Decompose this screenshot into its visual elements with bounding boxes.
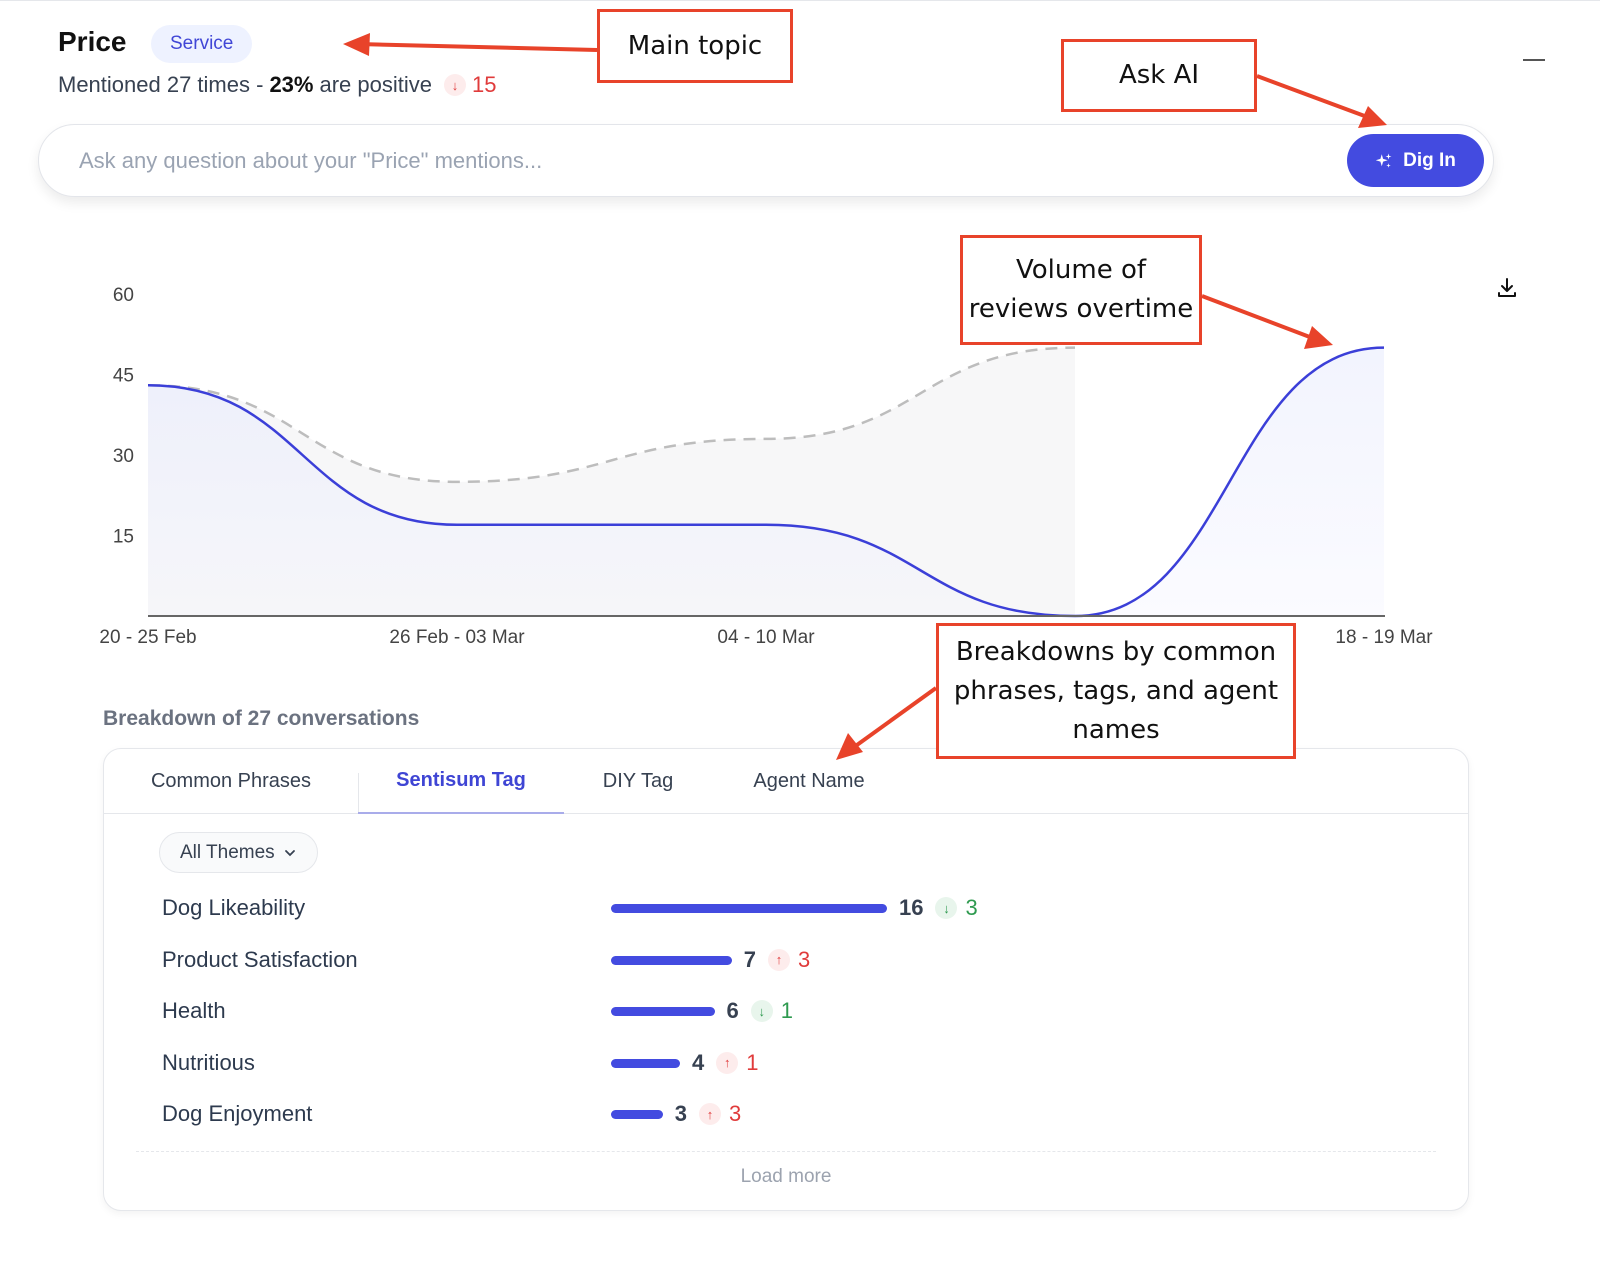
top-divider — [0, 0, 1600, 1]
change-value: 15 — [472, 72, 497, 97]
row-meta: 4 ↑ 1 — [692, 1048, 759, 1078]
row-label: Dog Enjoyment — [162, 1101, 313, 1126]
x-tick-label: 04 - 10 Mar — [717, 627, 815, 648]
positive-suffix: are positive — [319, 72, 432, 97]
tab-common-phrases[interactable]: Common Phrases — [124, 749, 338, 814]
list-divider — [136, 1151, 1436, 1152]
mentions-text: Mentioned 27 times - — [58, 72, 264, 97]
annotation-main-topic: Main topic — [597, 9, 793, 83]
chevron-down-icon — [284, 849, 295, 856]
all-themes-dropdown[interactable]: All Themes — [159, 832, 318, 873]
annotation-breakdowns: Breakdowns by common phrases, tags, and … — [936, 623, 1296, 759]
breakdown-card: Common Phrases Sentisum Tag DIY Tag Agen… — [103, 748, 1469, 1211]
arrowhead-main-topic — [343, 33, 370, 56]
row-count: 16 — [899, 895, 924, 920]
x-tick-label: 20 - 25 Feb — [99, 627, 196, 648]
row-meta: 6 ↓ 1 — [727, 996, 794, 1026]
all-themes-label: All Themes — [180, 841, 275, 863]
tab-agent-name[interactable]: Agent Name — [729, 749, 889, 814]
breakdown-row[interactable]: Nutritious 4 ↑ 1 — [162, 1048, 1362, 1078]
row-count: 4 — [692, 1049, 705, 1075]
arrow-breakdowns — [848, 686, 938, 752]
dig-in-label: Dig In — [1403, 149, 1456, 171]
breakdown-row[interactable]: Dog Likeability 16 ↓ 3 — [162, 893, 1362, 923]
x-tick-label: 18 - 19 Mar — [1335, 627, 1433, 648]
arrow-main-topic — [357, 42, 598, 52]
row-delta: 3 — [965, 895, 978, 920]
y-tick-label: 15 — [113, 527, 134, 548]
arrow-up-icon: ↑ — [716, 1051, 739, 1074]
positive-percent: 23% — [269, 72, 314, 97]
y-tick-label: 45 — [113, 366, 134, 387]
row-bar — [611, 1058, 680, 1068]
row-label: Dog Likeability — [162, 895, 306, 920]
row-delta: 1 — [746, 1049, 759, 1075]
arrow-up-icon: ↑ — [768, 948, 790, 971]
tab-sentisum-tag[interactable]: Sentisum Tag — [358, 749, 564, 814]
volume-chart: 15 30 45 60 20 - 25 Feb 26 Feb - 03 Mar 04 - … — [99, 285, 1433, 648]
row-delta: 3 — [798, 946, 811, 972]
row-label: Nutritious — [162, 1049, 255, 1075]
sparkle-icon — [1375, 153, 1392, 168]
breakdown-title: Breakdown of 27 conversations — [103, 707, 420, 730]
row-bar — [611, 1007, 715, 1016]
arrow-down-icon: ↓ — [750, 1000, 773, 1022]
row-bar — [611, 1110, 663, 1119]
row-delta: 3 — [729, 1101, 742, 1126]
minimize-button[interactable] — [1523, 59, 1545, 61]
row-meta: 16 ↓ 3 — [899, 893, 978, 923]
row-label: Product Satisfaction — [162, 946, 358, 972]
load-more-button[interactable]: Load more — [104, 1166, 1468, 1188]
dig-in-button[interactable]: Dig In — [1347, 134, 1484, 187]
row-count: 7 — [743, 946, 756, 972]
arrow-ask-ai — [1256, 74, 1371, 120]
arrow-down-icon: ↓ — [444, 74, 466, 96]
row-delta: 1 — [780, 998, 793, 1023]
category-badge[interactable]: Service — [151, 25, 253, 63]
arrow-down-icon: ↓ — [935, 897, 958, 919]
annotation-volume: Volume of reviews overtime — [960, 235, 1202, 345]
x-tick-label: 26 Feb - 03 Mar — [389, 627, 525, 648]
row-label: Health — [162, 998, 226, 1023]
arrow-up-icon: ↑ — [699, 1103, 721, 1125]
ask-question-input[interactable] — [79, 143, 1329, 179]
breakdown-row[interactable]: Health 6 ↓ 1 — [162, 996, 1362, 1026]
breakdown-row[interactable]: Product Satisfaction 7 ↑ 3 — [162, 945, 1362, 975]
tab-diy-tag[interactable]: DIY Tag — [584, 749, 692, 814]
mentions-summary: Mentioned 27 times - 23% are positive ↓ … — [58, 72, 496, 98]
row-meta: 7 ↑ 3 — [744, 945, 811, 975]
breakdown-row[interactable]: Dog Enjoyment 3 ↑ 3 — [162, 1099, 1362, 1129]
row-count: 3 — [674, 1101, 687, 1126]
row-bar — [611, 904, 887, 913]
row-meta: 3 ↑ 3 — [675, 1099, 742, 1129]
ask-ai-bar: Dig In — [38, 124, 1494, 197]
y-tick-label: 60 — [113, 285, 134, 306]
annotation-ask-ai: Ask AI — [1061, 39, 1257, 112]
row-count: 6 — [726, 998, 739, 1023]
y-tick-label: 30 — [113, 446, 134, 467]
topic-title: Price — [58, 26, 127, 57]
row-bar — [611, 955, 732, 965]
